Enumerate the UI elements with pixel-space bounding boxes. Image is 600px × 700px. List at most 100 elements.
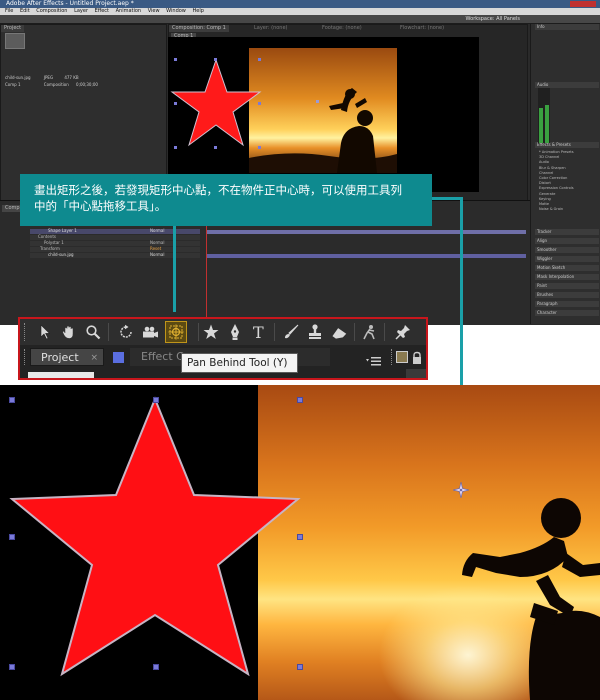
transform-handle-right[interactable] bbox=[297, 534, 303, 540]
anchor-point-small[interactable] bbox=[316, 100, 319, 103]
align-panel-tab[interactable]: Align bbox=[535, 238, 599, 244]
clone-stamp-tool-icon[interactable] bbox=[304, 321, 326, 343]
project-item-name: child-sun.jpg bbox=[5, 75, 31, 80]
panel-grip[interactable] bbox=[24, 349, 28, 365]
project-item[interactable]: child-sun.jpg JPEG 477 KB bbox=[5, 75, 125, 81]
layer-mode[interactable]: Reset bbox=[150, 246, 161, 251]
layer-duration-bar[interactable] bbox=[206, 230, 526, 234]
layer-mode[interactable]: Normal bbox=[150, 240, 164, 245]
tools-panel: T bbox=[20, 319, 426, 346]
type-tool-icon[interactable]: T bbox=[248, 321, 270, 343]
handle-small[interactable] bbox=[174, 102, 177, 105]
toolbar-separator bbox=[274, 323, 275, 341]
menu-animation[interactable]: Animation bbox=[116, 8, 142, 14]
project-item[interactable]: Comp 1 Composition 0;00;30;00 bbox=[5, 82, 125, 88]
tools-strip-small: Workspace: All Panels bbox=[0, 15, 600, 24]
handle-small[interactable] bbox=[258, 58, 261, 61]
hand-tool-icon[interactable] bbox=[58, 321, 80, 343]
puppet-pin-tool-icon[interactable] bbox=[392, 321, 414, 343]
silhouette-small bbox=[249, 88, 397, 173]
effect-category[interactable]: Expression Controls bbox=[539, 186, 574, 191]
callout-line-1: 畫出矩形之後，若發現矩形中心點，不在物件正中心時，可以使用工具列 bbox=[34, 183, 402, 197]
audio-meters bbox=[538, 88, 550, 143]
menu-view[interactable]: View bbox=[148, 8, 160, 14]
shape-star-tool-icon[interactable] bbox=[200, 321, 222, 343]
toolbar-separator bbox=[384, 323, 385, 341]
effect-color-swatch-icon bbox=[113, 352, 124, 363]
project-thumbnail bbox=[5, 33, 25, 49]
layer-mode[interactable]: Normal bbox=[150, 252, 164, 257]
window-titlebar: Adobe After Effects - Untitled Project.a… bbox=[0, 0, 600, 8]
transform-handle-bottom-left[interactable] bbox=[9, 664, 15, 670]
transform-handle-top-right[interactable] bbox=[297, 397, 303, 403]
eraser-tool-icon[interactable] bbox=[328, 321, 350, 343]
composition-panel-icon[interactable] bbox=[396, 351, 408, 363]
camera-tool-icon[interactable] bbox=[139, 321, 161, 343]
handle-small[interactable] bbox=[258, 146, 261, 149]
composition-tab-small[interactable]: Composition: Comp 1 bbox=[169, 25, 229, 32]
menu-help[interactable]: Help bbox=[192, 8, 203, 14]
panel-grip[interactable] bbox=[24, 323, 28, 341]
project-search-field[interactable] bbox=[28, 372, 94, 378]
project-item-size: 477 KB bbox=[64, 75, 79, 80]
project-item-duration: 0;00;30;00 bbox=[76, 82, 98, 87]
transform-handle-top-left[interactable] bbox=[9, 397, 15, 403]
zoom-tool-icon[interactable] bbox=[82, 321, 104, 343]
current-time-indicator[interactable] bbox=[206, 221, 207, 325]
mask-interpolation-tab[interactable]: Mask Interpolation bbox=[535, 274, 599, 280]
handle-small[interactable] bbox=[174, 146, 177, 149]
handle-small[interactable] bbox=[214, 58, 217, 61]
motion-sketch-tab[interactable]: Motion Sketch bbox=[535, 265, 599, 271]
footage-tab-small[interactable]: Footage: (none) bbox=[319, 25, 365, 32]
tab-project-label: Project bbox=[41, 351, 79, 364]
menu-effect[interactable]: Effect bbox=[95, 8, 109, 14]
character-panel-tab[interactable]: Character bbox=[535, 310, 599, 316]
roto-brush-tool-icon[interactable] bbox=[358, 321, 380, 343]
menu-edit[interactable]: Edit bbox=[20, 8, 30, 14]
pan-behind-tool-icon[interactable] bbox=[165, 321, 187, 343]
tab-project[interactable]: Project × bbox=[30, 348, 104, 366]
workspace-label: Workspace bbox=[465, 16, 493, 22]
brush-tool-icon[interactable] bbox=[280, 321, 302, 343]
smoother-panel-tab[interactable]: Smoother bbox=[535, 247, 599, 253]
close-icon[interactable]: × bbox=[90, 349, 98, 367]
anchor-point-icon[interactable] bbox=[453, 482, 469, 498]
star-shape-large[interactable] bbox=[8, 395, 304, 678]
menu-composition[interactable]: Composition bbox=[36, 8, 67, 14]
project-item-type: JPEG bbox=[43, 75, 54, 80]
panel-menu-icon[interactable] bbox=[365, 352, 383, 366]
pen-tool-icon[interactable] bbox=[224, 321, 246, 343]
workspace-selector[interactable]: Workspace: All Panels bbox=[465, 16, 520, 22]
right-panels-small: Info Audio Effects & Presets * Animation… bbox=[530, 24, 600, 324]
transform-handle-top[interactable] bbox=[153, 397, 159, 403]
layer-duration-bar[interactable] bbox=[206, 254, 526, 258]
brushes-panel-tab[interactable]: Brushes bbox=[535, 292, 599, 298]
menu-window[interactable]: Window bbox=[166, 8, 186, 14]
menu-layer[interactable]: Layer bbox=[74, 8, 88, 14]
transform-handle-left[interactable] bbox=[9, 534, 15, 540]
project-item-name: Comp 1 bbox=[5, 82, 21, 87]
wiggler-panel-tab[interactable]: Wiggler bbox=[535, 256, 599, 262]
handle-small[interactable] bbox=[258, 102, 261, 105]
paint-panel-tab[interactable]: Paint bbox=[535, 283, 599, 289]
layer-mode[interactable]: Normal bbox=[150, 228, 164, 233]
transform-handle-bottom[interactable] bbox=[153, 664, 159, 670]
project-tab-small[interactable]: Project bbox=[1, 25, 25, 32]
paragraph-panel-tab[interactable]: Paragraph bbox=[535, 301, 599, 307]
star-shape-small[interactable] bbox=[170, 58, 262, 148]
transform-handle-bottom-right[interactable] bbox=[297, 664, 303, 670]
tracker-panel-tab[interactable]: Tracker bbox=[535, 229, 599, 235]
flowchart-tab-small[interactable]: Flowchart: (none) bbox=[397, 25, 447, 32]
handle-small[interactable] bbox=[174, 58, 177, 61]
panel-grip[interactable] bbox=[391, 349, 395, 365]
lock-icon[interactable] bbox=[411, 350, 423, 364]
menu-file[interactable]: File bbox=[5, 8, 13, 14]
info-panel-tab[interactable]: Info bbox=[535, 24, 599, 30]
handle-small[interactable] bbox=[214, 146, 217, 149]
window-controls[interactable] bbox=[570, 1, 596, 7]
project-item-type: Composition bbox=[43, 82, 69, 87]
selection-tool-icon[interactable] bbox=[34, 321, 56, 343]
effect-category[interactable]: Noise & Grain bbox=[539, 207, 574, 212]
layer-tab-small[interactable]: Layer: (none) bbox=[251, 25, 291, 32]
rotation-tool-icon[interactable] bbox=[115, 321, 137, 343]
